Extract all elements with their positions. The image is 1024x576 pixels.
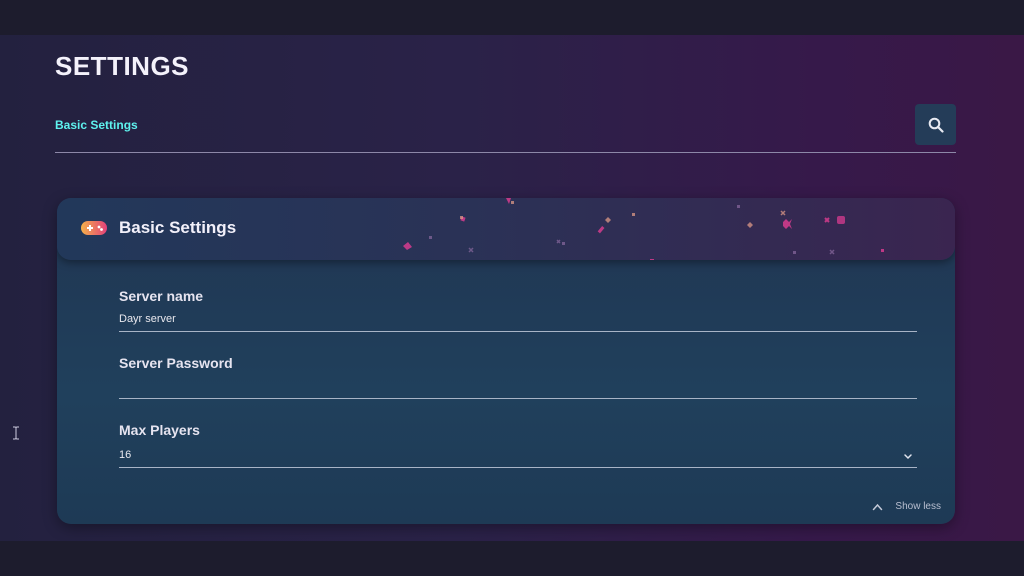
server-name-value: Dayr server: [119, 313, 176, 325]
gamepad-icon: [81, 221, 107, 235]
card-title: Basic Settings: [119, 218, 237, 237]
card-header[interactable]: Basic Settings: [57, 198, 955, 260]
server-password-label: Server Password: [119, 355, 233, 371]
bottom-bar: [0, 541, 1024, 576]
max-players-select[interactable]: 16: [119, 446, 917, 468]
top-bar: [0, 0, 1024, 35]
chevron-down-icon: [904, 454, 912, 460]
page-title: SETTINGS: [55, 51, 190, 81]
max-players-label: Max Players: [119, 422, 200, 438]
server-password-input[interactable]: [119, 377, 917, 399]
tab-bar: Basic Settings: [55, 103, 956, 153]
tab-basic-settings[interactable]: Basic Settings: [55, 118, 138, 132]
search-icon: [928, 117, 944, 133]
max-players-value: 16: [119, 449, 132, 461]
search-button[interactable]: [915, 104, 956, 145]
server-name-label: Server name: [119, 288, 204, 304]
chevron-up-icon: [873, 503, 883, 510]
text-cursor-icon: [13, 426, 19, 440]
show-less-toggle[interactable]: Show less: [872, 501, 941, 512]
basic-settings-card: Basic Settings Server name Dayr server S…: [57, 198, 955, 524]
show-less-label: Show less: [895, 501, 941, 512]
settings-screen: SETTINGS Basic Settings Basic Settings S…: [0, 35, 1024, 541]
server-name-input[interactable]: Dayr server: [119, 310, 917, 332]
